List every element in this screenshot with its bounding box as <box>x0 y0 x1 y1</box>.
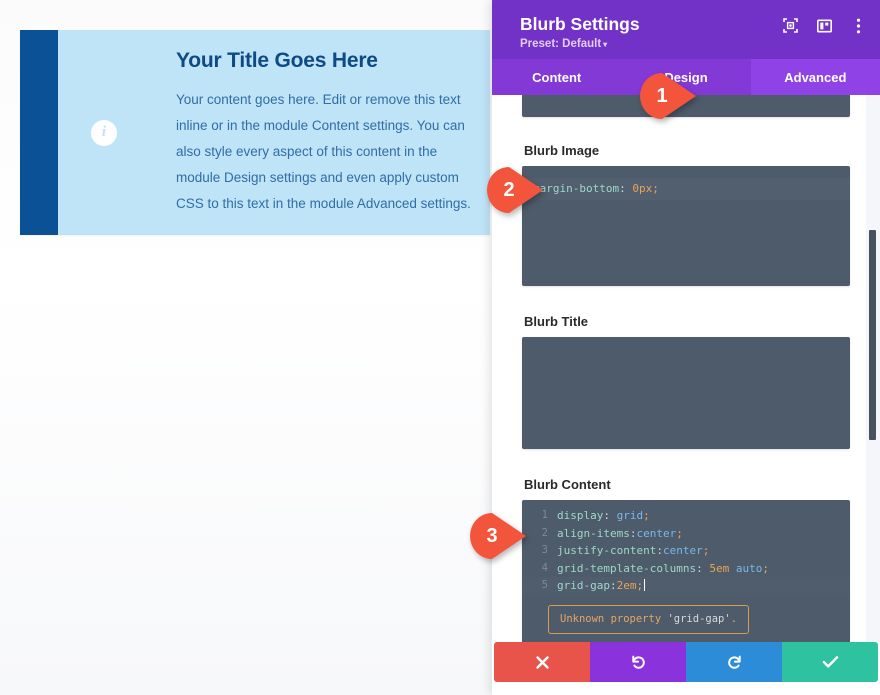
css-property: align-items <box>557 526 630 540</box>
line-number: 3 <box>541 544 548 557</box>
blurb-content-code-editor[interactable]: 1 display: grid; 2 align-items:center; 3… <box>522 500 850 642</box>
error-property: 'grid-gap' <box>667 612 731 625</box>
chevron-down-icon: ▾ <box>603 40 608 50</box>
code-line: 2 align-items:center; <box>522 525 850 543</box>
css-colon: : <box>619 182 626 196</box>
css-property: grid-gap <box>557 579 610 593</box>
line-number: 5 <box>541 579 548 592</box>
text-cursor <box>644 579 646 592</box>
css-value: center <box>636 526 677 540</box>
panel-action-bar <box>494 642 878 682</box>
css-semicolon: ; <box>636 579 644 593</box>
css-value: 0px <box>625 182 653 196</box>
blurb-accent-bar <box>20 30 58 235</box>
tab-content[interactable]: Content <box>492 59 621 95</box>
error-suffix: . <box>730 612 738 625</box>
panel-scrollbar-thumb[interactable] <box>869 230 876 441</box>
undo-button[interactable] <box>590 642 686 682</box>
blurb-description: Your content goes here. Edit or remove t… <box>176 91 471 211</box>
cancel-button[interactable] <box>494 642 590 682</box>
save-button[interactable] <box>782 642 878 682</box>
callout-2: 2 <box>487 167 543 213</box>
code-line: 3 justify-content:center; <box>522 542 850 560</box>
close-icon <box>535 655 550 670</box>
css-property: grid-template-columns <box>557 561 697 575</box>
callout-3: 3 <box>470 513 526 559</box>
css-semicolon: ; <box>643 509 650 523</box>
css-colon: : <box>603 509 610 523</box>
code-line: 4 grid-template-columns: 5em auto; <box>522 560 850 578</box>
blurb-image-label: Blurb Image <box>524 143 600 159</box>
preset-selector[interactable]: Preset: Default ▾ <box>520 38 862 50</box>
focus-mode-icon[interactable] <box>783 18 798 33</box>
redo-icon <box>726 654 743 671</box>
tab-advanced[interactable]: Advanced <box>750 59 880 96</box>
css-property: justify-content <box>557 544 657 558</box>
css-property: margin-bottom <box>533 182 620 196</box>
line-number: 1 <box>541 509 548 522</box>
info-icon: i <box>91 119 117 146</box>
css-value: center <box>662 544 703 558</box>
css-error-tooltip: Unknown property 'grid-gap'. <box>548 604 750 635</box>
blurb-content-label: Blurb Content <box>524 477 611 493</box>
layout-view-icon[interactable] <box>817 18 832 33</box>
callout-1: 1 <box>640 73 696 119</box>
css-property: display <box>557 509 604 523</box>
line-number: 2 <box>541 526 548 539</box>
panel-header: Blurb Settings Preset: Default ▾ <box>492 0 880 60</box>
blurb-image-code-lines: margin-bottom: 0px; <box>522 166 850 200</box>
blurb-body: i Your Title Goes Here Your content goes… <box>58 30 490 235</box>
callout-number: 2 <box>503 178 515 201</box>
header-actions <box>783 18 866 33</box>
blurb-title-code-editor[interactable] <box>522 337 850 450</box>
error-prefix: Unknown property <box>560 612 668 625</box>
callout-number: 3 <box>486 524 498 547</box>
css-semicolon: ; <box>702 544 710 558</box>
blurb-image-code-editor[interactable]: margin-bottom: 0px; <box>522 166 850 287</box>
line-number: 4 <box>541 561 548 574</box>
code-line: 1 display: grid; <box>522 507 850 525</box>
callout-number: 1 <box>656 84 668 107</box>
blurb-content-code-lines: 1 display: grid; 2 align-items:center; 3… <box>522 500 850 635</box>
panel-scrollbar-track[interactable] <box>866 95 880 642</box>
css-value-num: 5em <box>702 561 730 575</box>
blurb-module[interactable]: i Your Title Goes Here Your content goes… <box>20 30 490 235</box>
blurb-icon-wrap: i <box>64 119 144 146</box>
panel-scroll-region: Blurb Image margin-bottom: 0px; Blurb Ti… <box>492 95 880 642</box>
blurb-text: Your Title Goes Here Your content goes h… <box>176 49 476 217</box>
css-semicolon: ; <box>676 526 683 540</box>
blurb-title: Your Title Goes Here <box>176 48 378 72</box>
css-colon: : <box>609 579 617 593</box>
css-semicolon: ; <box>762 561 769 575</box>
redo-button[interactable] <box>686 642 782 682</box>
blurb-title-label: Blurb Title <box>524 314 589 330</box>
css-colon: : <box>656 544 663 558</box>
blurb-image-code-line: margin-bottom: 0px; <box>522 178 850 200</box>
css-value-num: 2em <box>616 579 637 593</box>
css-colon: : <box>696 561 703 575</box>
preset-label: Preset: Default <box>520 38 602 51</box>
more-options-icon[interactable] <box>851 18 866 33</box>
css-value: grid <box>609 509 644 523</box>
undo-icon <box>630 654 647 671</box>
code-line-active: 5 grid-gap:2em; <box>522 577 850 595</box>
css-value: auto <box>729 561 763 575</box>
check-icon <box>822 655 839 669</box>
css-semicolon: ; <box>652 182 659 196</box>
